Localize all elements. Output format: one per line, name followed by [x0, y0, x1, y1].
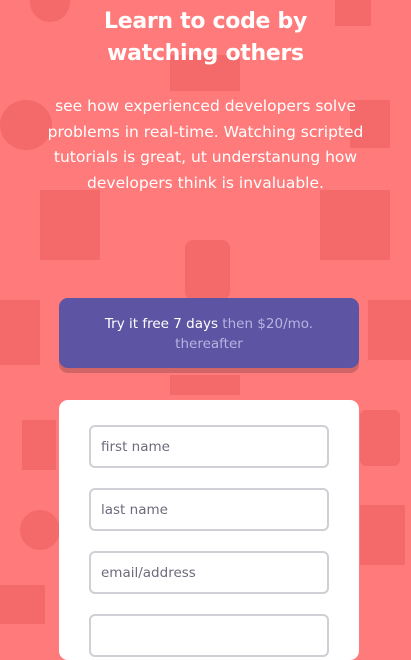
- headline-line-2: watching others: [107, 41, 304, 66]
- email-field[interactable]: [89, 551, 329, 594]
- first-name-field[interactable]: [89, 425, 329, 468]
- trial-suffix-text: thereafter: [175, 336, 243, 352]
- free-trial-banner: Try it free 7 days then $20/mo. thereaft…: [59, 298, 359, 368]
- headline-line-1: Learn to code by: [103, 9, 308, 34]
- password-field[interactable]: [89, 614, 329, 657]
- last-name-field[interactable]: [89, 488, 329, 531]
- page-title: Learn to code by watching others: [0, 6, 411, 70]
- trial-price-text: then $20/mo.: [222, 316, 314, 332]
- signup-form: [59, 400, 359, 660]
- hero-description: see how experienced developers solve pro…: [47, 97, 364, 192]
- trial-offer-text: Try it free 7 days: [104, 316, 218, 332]
